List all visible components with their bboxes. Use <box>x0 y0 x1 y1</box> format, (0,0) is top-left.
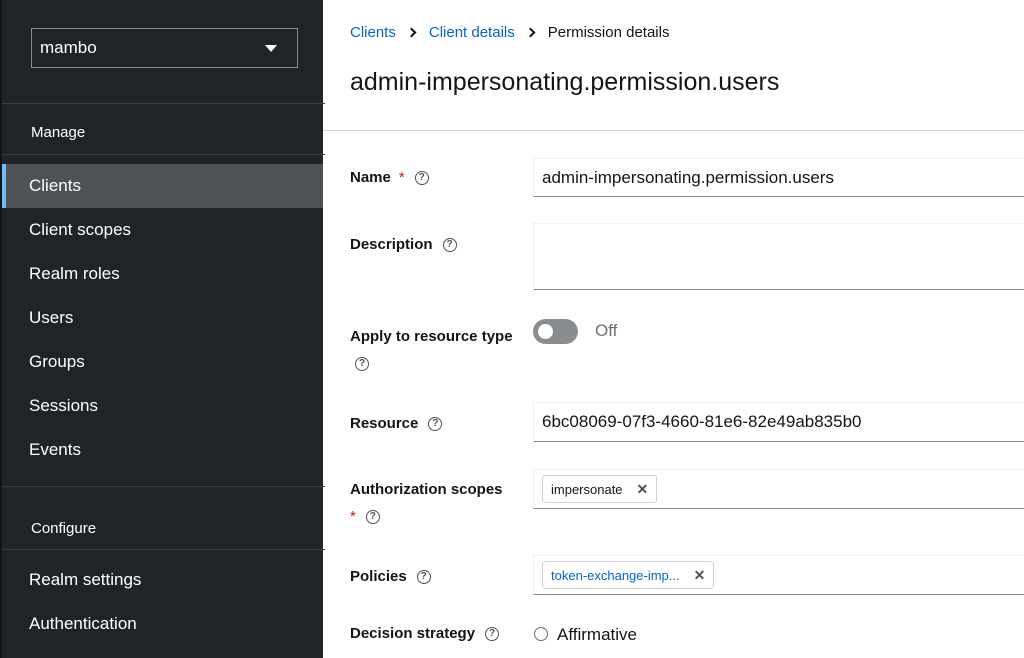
sidebar-item-groups[interactable]: Groups <box>2 340 323 384</box>
breadcrumb-clients[interactable]: Clients <box>350 24 396 41</box>
name-label: Name * ? <box>350 169 429 186</box>
resource-input-value: 6bc08069-07f3-4660-81e6-82e49ab835b0 <box>542 412 862 431</box>
caret-down-icon <box>265 45 277 52</box>
required-marker: * <box>350 508 356 525</box>
apply-resource-type-label-text: Apply to resource type <box>350 328 513 345</box>
page-header: Clients Client details Permission detail… <box>323 0 1024 131</box>
policy-chip-label[interactable]: token-exchange-imp... <box>551 568 680 583</box>
affirmative-radio[interactable] <box>534 627 548 641</box>
policies-label: Policies ? <box>350 568 431 585</box>
sidebar-item-sessions[interactable]: Sessions <box>2 384 323 428</box>
sidebar-item-events[interactable]: Events <box>2 428 323 472</box>
close-icon[interactable]: ✕ <box>637 481 649 498</box>
breadcrumb: Clients Client details Permission detail… <box>350 24 669 41</box>
sidebar-item-client-scopes[interactable]: Client scopes <box>2 208 323 252</box>
sidebar-item-realm-roles[interactable]: Realm roles <box>2 252 323 296</box>
authorization-scopes-label: Authorization scopes <box>350 481 503 498</box>
scope-chip-label: impersonate <box>551 481 623 497</box>
authorization-scopes-label-line2: * ? <box>350 508 380 525</box>
realm-selector-value: mambo <box>40 38 97 57</box>
sidebar-item-clients[interactable]: Clients <box>2 164 323 208</box>
breadcrumb-current: Permission details <box>547 24 670 41</box>
affirmative-radio-label[interactable]: Affirmative <box>557 625 637 645</box>
name-input[interactable]: admin-impersonating.permission.users <box>533 158 1024 197</box>
page-title: admin-impersonating.permission.users <box>350 68 780 96</box>
help-icon[interactable]: ? <box>485 626 500 641</box>
chevron-right-icon <box>406 27 417 38</box>
nav-group-configure: Configure <box>31 520 97 537</box>
sidebar: mambo Manage Clients Client scopes Realm… <box>0 0 325 658</box>
apply-resource-type-toggle[interactable] <box>533 319 578 344</box>
decision-strategy-label-text: Decision strategy <box>350 625 476 642</box>
breadcrumb-client-details[interactable]: Client details <box>429 24 515 41</box>
description-label: Description ? <box>350 236 457 253</box>
required-marker: * <box>398 169 405 186</box>
name-label-text: Name <box>350 169 391 186</box>
authorization-scopes-select[interactable]: impersonate ✕ <box>533 469 1024 509</box>
nav-group-manage: Manage <box>31 124 86 141</box>
policies-label-text: Policies <box>350 568 407 585</box>
help-icon[interactable]: ? <box>416 569 431 584</box>
help-icon[interactable]: ? <box>414 170 429 185</box>
nav-divider <box>2 549 325 550</box>
help-icon[interactable]: ? <box>355 357 369 371</box>
chevron-right-icon <box>525 27 536 38</box>
nav-divider <box>2 103 325 104</box>
help-icon[interactable]: ? <box>442 237 457 252</box>
help-icon[interactable]: ? <box>428 416 443 431</box>
resource-label-text: Resource <box>350 415 419 432</box>
description-label-text: Description <box>350 236 433 253</box>
sidebar-item-authentication[interactable]: Authentication <box>2 602 323 646</box>
nav-divider <box>2 154 325 155</box>
policy-chip: token-exchange-imp... ✕ <box>542 561 715 589</box>
decision-strategy-label: Decision strategy ? <box>350 625 500 642</box>
sidebar-item-realm-settings[interactable]: Realm settings <box>2 558 323 602</box>
sidebar-item-users[interactable]: Users <box>2 296 323 340</box>
toggle-state-text: Off <box>595 321 618 340</box>
close-icon[interactable]: ✕ <box>694 567 706 584</box>
toggle-knob <box>538 324 553 339</box>
name-input-value: admin-impersonating.permission.users <box>542 167 834 187</box>
scope-chip: impersonate ✕ <box>542 475 658 503</box>
apply-resource-type-label: Apply to resource type <box>350 328 513 345</box>
authorization-scopes-label-text: Authorization scopes <box>350 481 503 498</box>
description-textarea[interactable] <box>533 223 1024 290</box>
help-icon[interactable]: ? <box>365 509 380 524</box>
resource-label: Resource ? <box>350 415 443 432</box>
realm-selector[interactable]: mambo <box>31 28 298 68</box>
resource-input[interactable]: 6bc08069-07f3-4660-81e6-82e49ab835b0 <box>533 402 1024 442</box>
main-content: Clients Client details Permission detail… <box>323 0 1024 658</box>
nav-divider <box>2 486 325 487</box>
policies-select[interactable]: token-exchange-imp... ✕ <box>533 555 1024 595</box>
